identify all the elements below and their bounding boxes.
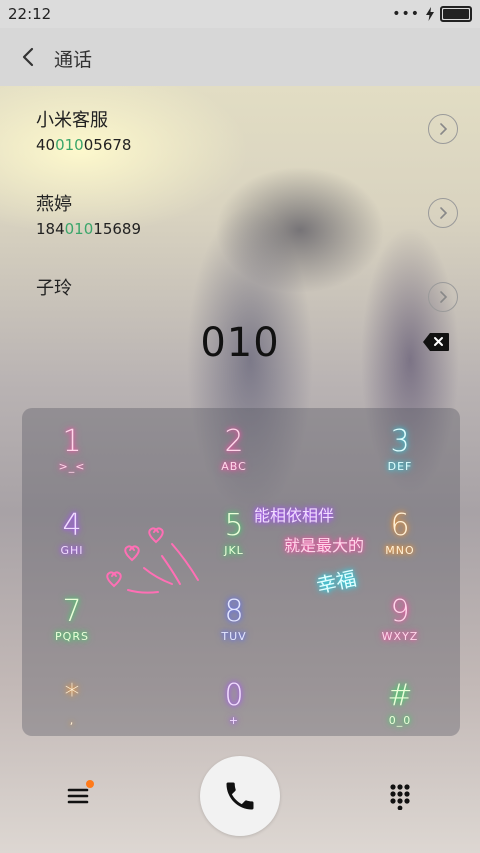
key-letters: PQRS <box>55 630 89 643</box>
page-title: 通话 <box>54 49 93 71</box>
decoration-text-line2: 就是最大的 <box>284 536 365 555</box>
contact-detail-button[interactable] <box>428 198 458 228</box>
chevron-right-icon <box>440 291 448 303</box>
contact-detail-button[interactable] <box>428 114 458 144</box>
key-digit: 1 <box>62 424 82 459</box>
menu-button[interactable] <box>66 780 94 810</box>
key-2[interactable]: 2 ABC <box>184 424 284 490</box>
status-time: 22:12 <box>8 5 52 23</box>
key-digit: 6 <box>390 508 410 543</box>
key-3[interactable]: 3 DEF <box>350 424 450 490</box>
phone-icon <box>226 782 254 810</box>
contact-result[interactable]: 燕婷 18401015689 <box>0 190 480 274</box>
key-letters: DEF <box>387 460 413 473</box>
key-letters: , <box>69 714 75 727</box>
key-hash[interactable]: # 0_0 <box>350 678 450 744</box>
contact-name: 燕婷 <box>36 194 72 215</box>
key-letters: TUV <box>221 630 247 643</box>
contact-number: 18401015689 <box>36 220 141 238</box>
key-letters: 0_0 <box>388 714 412 727</box>
key-digit: 2 <box>224 424 244 459</box>
battery-icon <box>440 6 472 22</box>
charging-icon <box>426 7 434 21</box>
backspace-icon[interactable] <box>422 332 450 352</box>
key-letters: MNO <box>385 544 415 557</box>
contact-name: 小米客服 <box>36 110 108 131</box>
more-icon: ••• <box>392 6 420 22</box>
key-star[interactable]: * , <box>22 678 122 744</box>
decoration-text-line1: 能相依相伴 <box>254 506 335 525</box>
call-button[interactable] <box>200 756 280 836</box>
hearts-decoration-icon <box>106 527 199 594</box>
key-digit: 3 <box>390 424 410 459</box>
dialed-number: 010 <box>200 320 280 366</box>
key-digit: # <box>387 678 413 713</box>
keypad: 1 >_< 2 ABC 3 DEF 4 GHI 5 JKL 6 MNO 7 PQ… <box>22 408 460 736</box>
key-digit: 0 <box>224 678 244 713</box>
key-letters: ABC <box>221 460 247 473</box>
chevron-right-icon <box>440 123 448 135</box>
key-letters: >_< <box>58 460 86 473</box>
key-0[interactable]: 0 + <box>184 678 284 744</box>
contact-name: 子玲 <box>36 278 72 299</box>
key-letters: + <box>228 714 240 727</box>
contact-result[interactable]: 小米客服 4001005678 <box>0 106 480 190</box>
contact-result[interactable]: 子玲 <box>0 274 480 314</box>
title-bar: 通话 <box>0 28 480 86</box>
key-6[interactable]: 6 MNO <box>350 508 450 574</box>
status-bar: 22:12 ••• <box>0 0 480 28</box>
contact-detail-button[interactable] <box>428 282 458 312</box>
notification-dot <box>86 780 94 788</box>
chevron-right-icon <box>440 207 448 219</box>
key-letters: WXYZ <box>381 630 419 643</box>
key-digit: * <box>64 678 80 713</box>
bottom-bar <box>0 752 480 853</box>
dialer-screen: 22:12 ••• 通话 小米客服 4001005678 燕婷 18401015… <box>0 0 480 853</box>
back-chevron-icon[interactable] <box>18 46 40 68</box>
contact-number: 4001005678 <box>36 136 132 154</box>
key-digit: 9 <box>390 594 410 629</box>
dialpad-icon <box>390 784 410 811</box>
status-icons: ••• <box>392 6 472 22</box>
dialpad-toggle-button[interactable] <box>386 782 414 811</box>
key-9[interactable]: 9 WXYZ <box>350 594 450 660</box>
key-1[interactable]: 1 >_< <box>22 424 122 490</box>
